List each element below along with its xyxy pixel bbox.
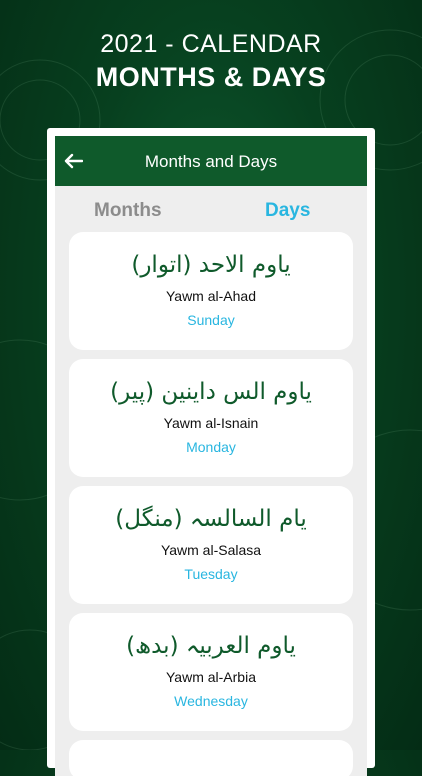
day-card-partial[interactable] [69, 740, 353, 776]
day-english-name: Tuesday [184, 566, 238, 582]
day-arabic-name: ياوم الاحد (اتوار) [131, 252, 291, 278]
phone-frame: Months and Days Months Days ياوم الاحد (… [47, 128, 375, 776]
tab-months[interactable]: Months [94, 200, 162, 222]
app-screen: Months and Days Months Days ياوم الاحد (… [55, 136, 367, 776]
day-english-name: Monday [186, 439, 236, 455]
promo-title-line2: MONTHS & DAYS [95, 62, 327, 92]
day-transliteration: Yawm al-Salasa [160, 542, 262, 558]
day-arabic-name: يام السالسہ (منگل) [115, 506, 307, 532]
day-english-name: Sunday [187, 312, 235, 328]
day-card-monday[interactable]: ياوم الس داينين (پير) Yawm al-Isnain Mon… [69, 359, 353, 477]
day-transliteration: Yawm al-Ahad [165, 288, 256, 304]
app-bar: Months and Days [55, 136, 367, 186]
promo-title-line1: 2021 - CALENDAR [100, 30, 322, 58]
day-arabic-name: ياوم الس داينين (پير) [110, 379, 312, 405]
day-arabic-name: ياوم العربيہ (بدھ) [126, 633, 296, 659]
day-card-sunday[interactable]: ياوم الاحد (اتوار) Yawm al-Ahad Sunday [69, 232, 353, 350]
tab-bar: Months Days [55, 194, 367, 228]
app-bar-title: Months and Days [144, 152, 278, 171]
day-english-name: Wednesday [174, 693, 248, 709]
day-card-tuesday[interactable]: يام السالسہ (منگل) Yawm al-Salasa Tuesda… [69, 486, 353, 604]
day-transliteration: Yawm al-Isnain [163, 415, 259, 431]
tab-days[interactable]: Days [265, 200, 310, 222]
day-transliteration: Yawm al-Arbia [166, 669, 256, 685]
day-card-wednesday[interactable]: ياوم العربيہ (بدھ) Yawm al-Arbia Wednesd… [69, 613, 353, 731]
